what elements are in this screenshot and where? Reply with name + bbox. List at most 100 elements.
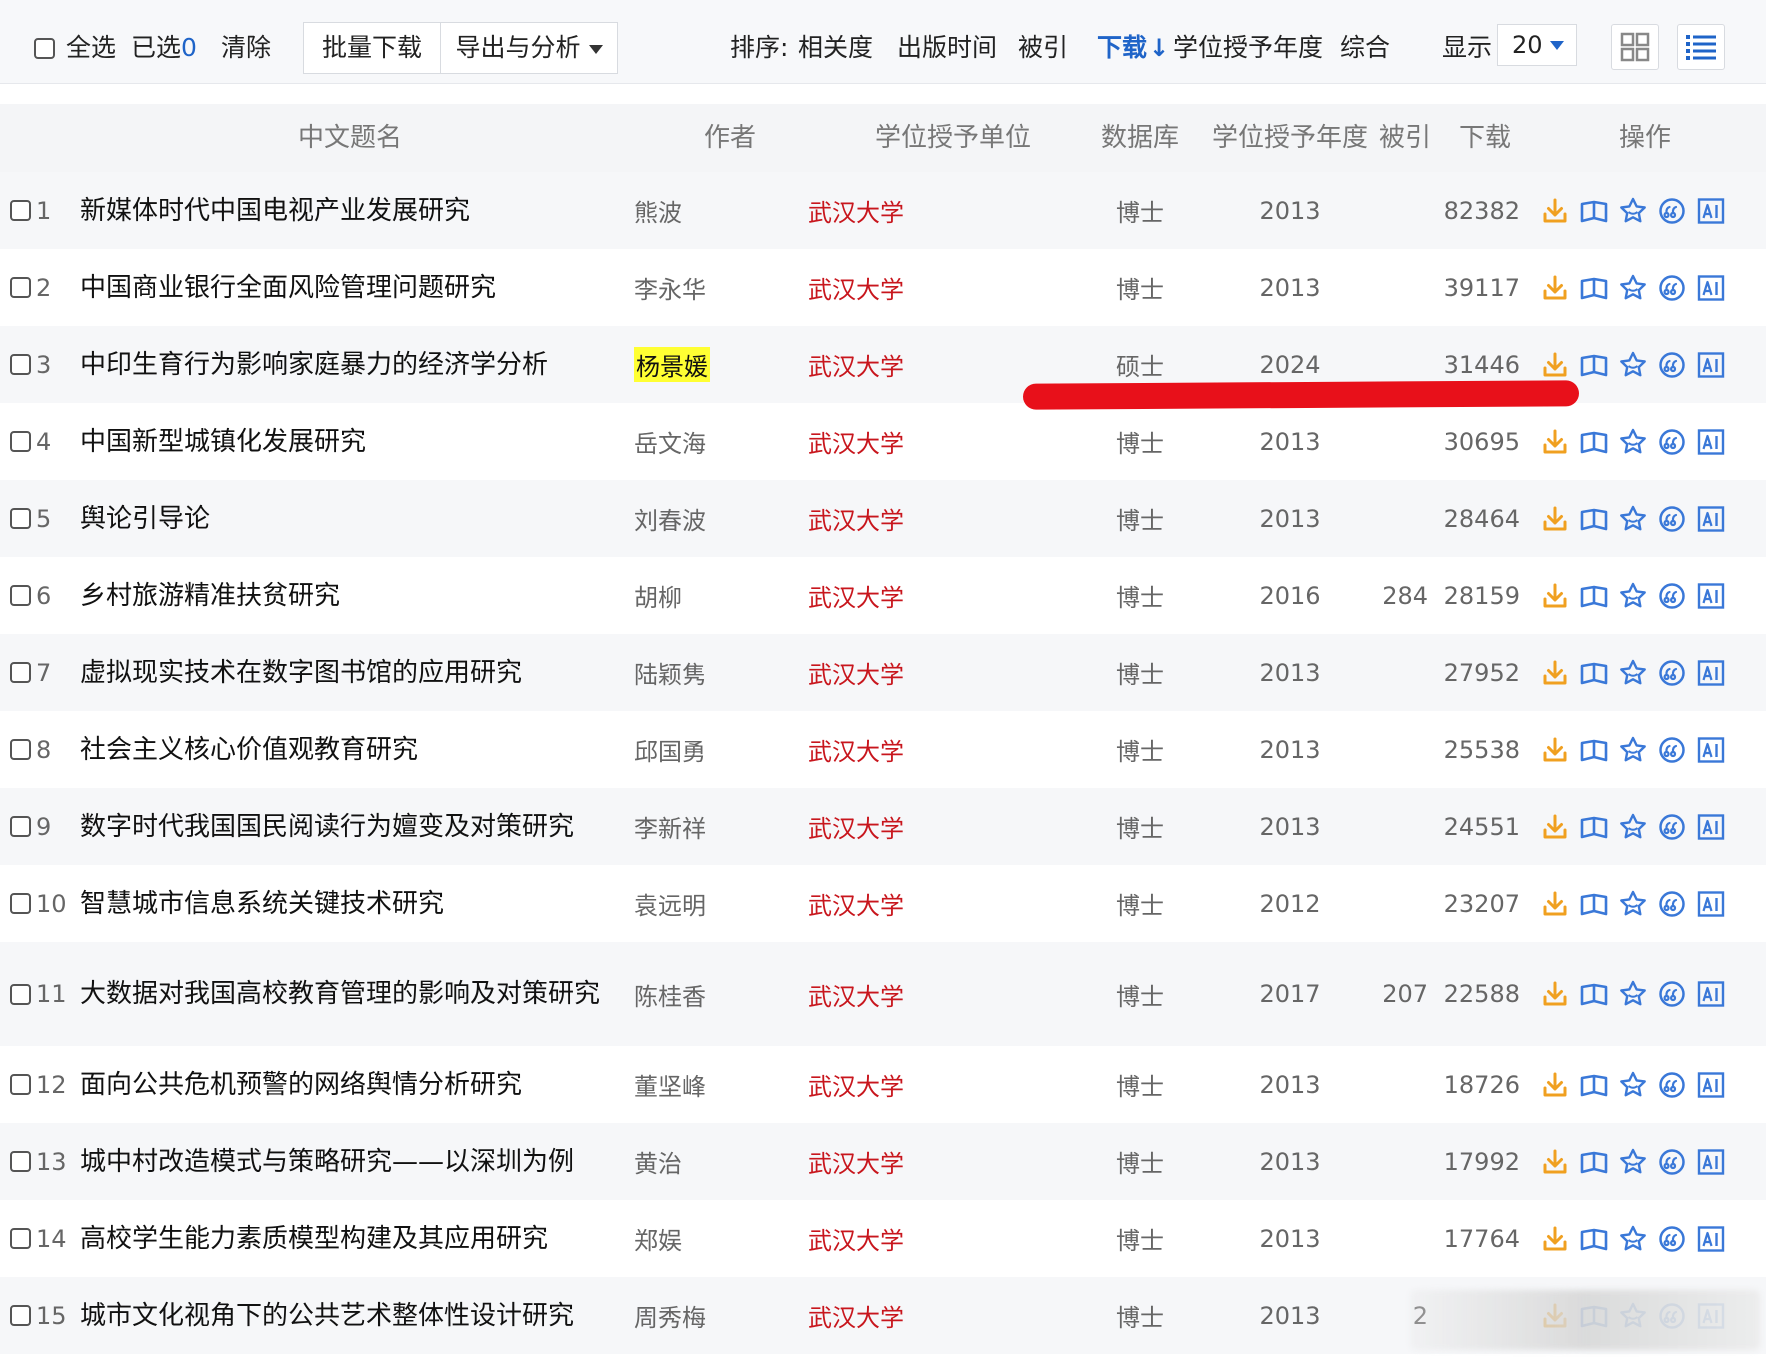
download-icon[interactable] [1540,581,1570,611]
thesis-title-link[interactable]: 智慧城市信息系统关键技术研究 [80,865,620,942]
row-checkbox[interactable] [10,893,31,914]
cite-icon[interactable] [1657,427,1687,457]
cite-icon[interactable] [1657,1224,1687,1254]
row-checkbox[interactable] [10,739,31,760]
thesis-title-link[interactable]: 社会主义核心价值观教育研究 [80,711,620,788]
download-icon[interactable] [1540,196,1570,226]
unit-link[interactable]: 武汉大学 [808,711,978,788]
favorite-icon[interactable] [1618,1224,1648,1254]
cite-icon[interactable] [1657,658,1687,688]
ai-icon[interactable] [1696,581,1726,611]
favorite-icon[interactable] [1618,273,1648,303]
author-link[interactable]: 胡柳 [634,557,744,634]
read-icon[interactable] [1579,581,1609,611]
ai-icon[interactable] [1696,979,1726,1009]
read-icon[interactable] [1579,1147,1609,1177]
ai-icon[interactable] [1696,273,1726,303]
favorite-icon[interactable] [1618,427,1648,457]
unit-link[interactable]: 武汉大学 [808,942,978,1046]
select-all-label[interactable]: 全选 [66,0,116,84]
favorite-icon[interactable] [1618,1070,1648,1100]
ai-icon[interactable] [1696,1147,1726,1177]
ai-icon[interactable] [1696,889,1726,919]
favorite-icon[interactable] [1618,889,1648,919]
sort-comprehensive[interactable]: 综合 [1340,0,1390,84]
sort-degree-year[interactable]: 学位授予年度 [1173,0,1323,84]
row-checkbox[interactable] [10,277,31,298]
row-checkbox[interactable] [10,1305,31,1326]
download-icon[interactable] [1540,1224,1570,1254]
ai-icon[interactable] [1696,735,1726,765]
unit-link[interactable]: 武汉大学 [808,1046,978,1123]
ai-icon[interactable] [1696,1224,1726,1254]
thesis-title-link[interactable]: 城中村改造模式与策略研究——以深圳为例 [80,1123,620,1200]
author-link[interactable]: 刘春波 [634,480,744,557]
thesis-title-link[interactable]: 舆论引导论 [80,480,620,557]
cite-icon[interactable] [1657,581,1687,611]
page-size-select[interactable]: 20 [1497,24,1577,66]
unit-link[interactable]: 武汉大学 [808,403,978,480]
author-link[interactable]: 袁远明 [634,865,744,942]
thesis-title-link[interactable]: 新媒体时代中国电视产业发展研究 [80,172,620,249]
select-all-checkbox[interactable] [34,38,55,59]
row-checkbox[interactable] [10,816,31,837]
ai-icon[interactable] [1696,658,1726,688]
author-link[interactable]: 李永华 [634,249,744,326]
unit-link[interactable]: 武汉大学 [808,1123,978,1200]
read-icon[interactable] [1579,504,1609,534]
unit-link[interactable]: 武汉大学 [808,865,978,942]
unit-link[interactable]: 武汉大学 [808,1277,978,1354]
thesis-title-link[interactable]: 乡村旅游精准扶贫研究 [80,557,620,634]
favorite-icon[interactable] [1618,979,1648,1009]
cite-icon[interactable] [1657,1147,1687,1177]
download-icon[interactable] [1540,735,1570,765]
thesis-title-link[interactable]: 面向公共危机预警的网络舆情分析研究 [80,1046,620,1123]
read-icon[interactable] [1579,889,1609,919]
row-checkbox[interactable] [10,354,31,375]
unit-link[interactable]: 武汉大学 [808,634,978,711]
export-analyze-dropdown[interactable]: 导出与分析 [440,22,618,74]
row-checkbox[interactable] [10,1151,31,1172]
read-icon[interactable] [1579,273,1609,303]
grid-view-button[interactable] [1611,24,1659,70]
unit-link[interactable]: 武汉大学 [808,326,978,403]
row-checkbox[interactable] [10,662,31,683]
favorite-icon[interactable] [1618,735,1648,765]
author-link[interactable]: 董坚峰 [634,1046,744,1123]
download-icon[interactable] [1540,427,1570,457]
read-icon[interactable] [1579,427,1609,457]
unit-link[interactable]: 武汉大学 [808,788,978,865]
download-icon[interactable] [1540,350,1570,380]
read-icon[interactable] [1579,812,1609,842]
favorite-icon[interactable] [1618,581,1648,611]
ai-icon[interactable] [1696,350,1726,380]
favorite-icon[interactable] [1618,504,1648,534]
cite-icon[interactable] [1657,196,1687,226]
read-icon[interactable] [1579,1070,1609,1100]
cite-icon[interactable] [1657,504,1687,534]
read-icon[interactable] [1579,1224,1609,1254]
ai-icon[interactable] [1696,504,1726,534]
author-link[interactable]: 邱国勇 [634,711,744,788]
thesis-title-link[interactable]: 中国商业银行全面风险管理问题研究 [80,249,620,326]
ai-icon[interactable] [1696,427,1726,457]
read-icon[interactable] [1579,979,1609,1009]
thesis-title-link[interactable]: 中国新型城镇化发展研究 [80,403,620,480]
cite-icon[interactable] [1657,735,1687,765]
favorite-icon[interactable] [1618,658,1648,688]
ai-icon[interactable] [1696,812,1726,842]
author-link[interactable]: 郑娱 [634,1200,744,1277]
read-icon[interactable] [1579,735,1609,765]
thesis-title-link[interactable]: 虚拟现实技术在数字图书馆的应用研究 [80,634,620,711]
author-link[interactable]: 岳文海 [634,403,744,480]
favorite-icon[interactable] [1618,812,1648,842]
download-icon[interactable] [1540,812,1570,842]
download-icon[interactable] [1540,504,1570,534]
row-checkbox[interactable] [10,1074,31,1095]
cite-icon[interactable] [1657,1070,1687,1100]
download-icon[interactable] [1540,979,1570,1009]
thesis-title-link[interactable]: 城市文化视角下的公共艺术整体性设计研究 [80,1277,620,1354]
ai-icon[interactable] [1696,1070,1726,1100]
row-checkbox[interactable] [10,431,31,452]
author-link[interactable]: 陈桂香 [634,942,744,1046]
